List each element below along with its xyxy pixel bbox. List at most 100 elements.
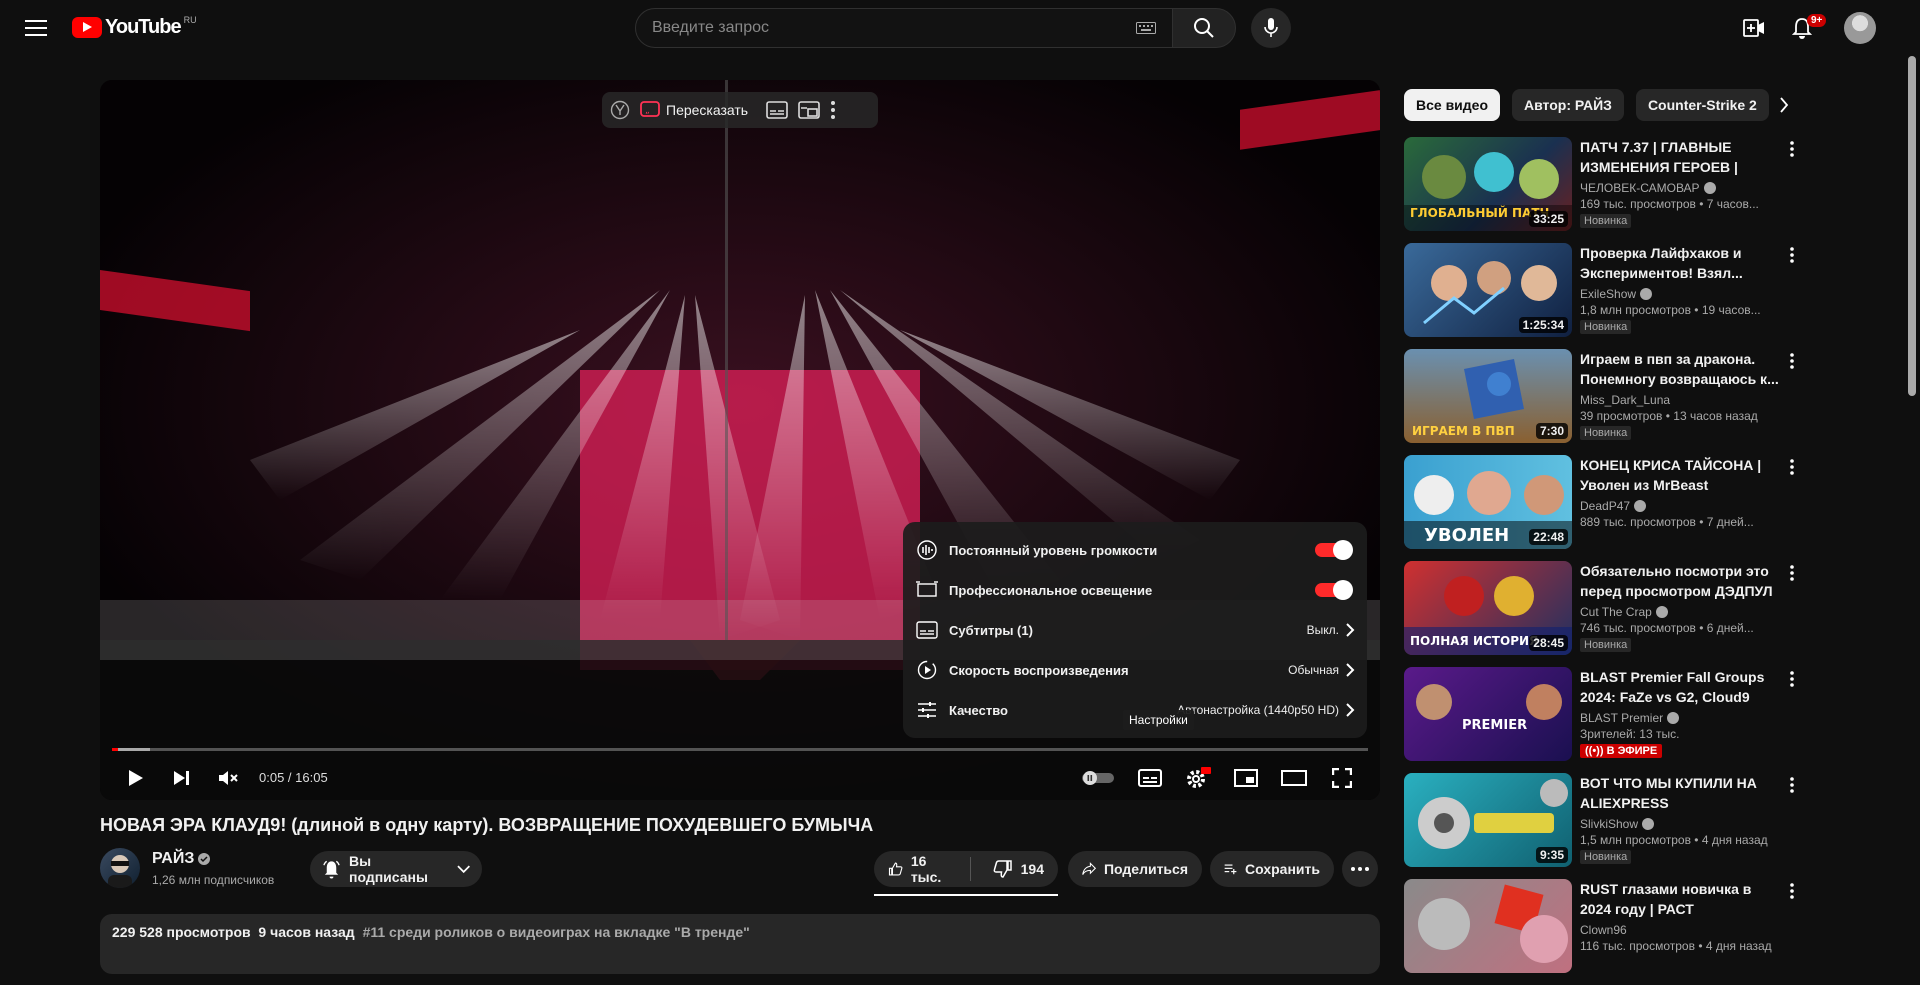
description-box[interactable]: 229 528 просмотров 9 часов назад #11 сре… — [100, 914, 1380, 974]
search-button[interactable] — [1172, 8, 1236, 48]
verified-icon — [1667, 712, 1680, 724]
recommendation-menu-button[interactable] — [1784, 349, 1800, 373]
recommendation-channel[interactable]: BLAST Premier — [1580, 711, 1780, 725]
mute-button[interactable] — [210, 760, 246, 796]
more-horizontal-icon — [1351, 867, 1369, 871]
recommendation-item[interactable]: RUST глазами новичка в 2024 году | РАСТ … — [1404, 879, 1800, 985]
more-actions-button[interactable] — [1342, 851, 1378, 887]
recommendation-channel[interactable]: Cut The Crap — [1580, 605, 1780, 619]
recommendation-title[interactable]: КОНЕЦ КРИСА ТАЙСОНА | Уволен из MrBeast — [1580, 455, 1780, 495]
recommendation-title[interactable]: ВОТ ЧТО МЫ КУПИЛИ НА ALIEXPRESS — [1580, 773, 1780, 813]
menu-button[interactable] — [20, 12, 52, 44]
recommendation-meta: 1,5 млн просмотров • 4 дня назад — [1580, 833, 1768, 847]
settings-row-subtitles[interactable]: Субтитры (1) Выкл. — [903, 610, 1367, 650]
recommendation-item[interactable]: ПОЛНАЯ ИСТОРИЯ 28:45 Обязательно посмотр… — [1404, 561, 1800, 667]
recommendation-item[interactable]: ИГРАЕМ В ПВП 7:30 Играем в пвп за дракон… — [1404, 349, 1800, 455]
video-thumbnail[interactable] — [1404, 879, 1572, 973]
channel-name[interactable]: РАЙЗ — [152, 850, 211, 868]
play-button[interactable] — [118, 760, 154, 796]
recommendation-channel[interactable]: ExileShow — [1580, 287, 1780, 301]
like-button[interactable]: 16 тыс. — [874, 851, 962, 887]
recommendation-channel[interactable]: Clown96 — [1580, 923, 1780, 937]
recommendation-menu-button[interactable] — [1784, 667, 1800, 691]
share-button[interactable]: Поделиться — [1068, 851, 1202, 887]
ambient-mode-toggle[interactable] — [1315, 580, 1353, 600]
recommendation-menu-button[interactable] — [1784, 879, 1800, 903]
channel-avatar[interactable] — [100, 848, 140, 888]
settings-row-ambient-mode[interactable]: Профессиональное освещение — [903, 570, 1367, 610]
recommendation-meta: 746 тыс. просмотров • 6 дней... — [1580, 621, 1754, 635]
chips-next-button[interactable] — [1768, 89, 1800, 121]
stable-volume-toggle[interactable] — [1315, 540, 1353, 560]
recommendation-menu-button[interactable] — [1784, 137, 1800, 161]
autoplay-toggle[interactable] — [1078, 760, 1118, 796]
retell-button[interactable]: „ Пересказать — [640, 100, 748, 120]
recommendation-title[interactable]: RUST глазами новичка в 2024 году | РАСТ — [1580, 879, 1780, 919]
recommendation-channel[interactable]: DeadP47 — [1580, 499, 1780, 513]
theater-mode-button[interactable] — [1276, 760, 1312, 796]
retell-icon: „ — [640, 101, 660, 117]
youtube-logo[interactable]: YouTube RU — [72, 15, 197, 38]
recommendation-item[interactable]: PREMIER BLAST Premier Fall Groups 2024: … — [1404, 667, 1800, 773]
quality-icon — [915, 698, 939, 722]
top-bar: YouTube RU Введите запрос 9+ — [0, 0, 1920, 56]
voice-search-button[interactable] — [1251, 8, 1291, 48]
recommendation-channel-text: ЧЕЛОВЕК-САМОВАР — [1580, 181, 1700, 195]
settings-button[interactable] — [1180, 760, 1216, 796]
next-button[interactable] — [164, 760, 200, 796]
more-vertical-icon[interactable] — [830, 100, 836, 120]
subscribe-button[interactable]: Вы подписаны — [310, 851, 482, 887]
create-button[interactable] — [1734, 12, 1774, 44]
gear-icon — [1187, 767, 1211, 788]
fullscreen-button[interactable] — [1324, 760, 1360, 796]
progress-bar[interactable] — [112, 748, 1368, 751]
new-badge: Новинка — [1580, 214, 1632, 228]
video-thumbnail[interactable]: ПОЛНАЯ ИСТОРИЯ 28:45 — [1404, 561, 1572, 655]
recommendation-channel[interactable]: Miss_Dark_Luna — [1580, 393, 1780, 407]
page-scrollbar[interactable] — [1908, 56, 1916, 396]
recommendation-item[interactable]: 1:25:34 Проверка Лайфхаков и Эксперимент… — [1404, 243, 1800, 349]
chip-author[interactable]: Автор: РАЙЗ — [1512, 89, 1624, 121]
recommendation-item[interactable]: ГЛОБАЛЬНЫЙ ПАТЧ 33:25 ПАТЧ 7.37 | ГЛАВНЫ… — [1404, 137, 1800, 243]
video-thumbnail[interactable]: 9:35 — [1404, 773, 1572, 867]
account-avatar[interactable] — [1844, 12, 1876, 44]
settings-row-stable-volume[interactable]: Постоянный уровень громкости — [903, 530, 1367, 570]
recommendation-title[interactable]: ПАТЧ 7.37 | ГЛАВНЫЕ ИЗМЕНЕНИЯ ГЕРОЕВ | Н… — [1580, 137, 1780, 177]
recommendation-menu-button[interactable] — [1784, 455, 1800, 479]
dislike-button[interactable]: 194 — [979, 851, 1058, 887]
recommendation-item[interactable]: 9:35 ВОТ ЧТО МЫ КУПИЛИ НА ALIEXPRESS Sli… — [1404, 773, 1800, 879]
settings-label: Профессиональное освещение — [949, 582, 1153, 598]
recommendation-menu-button[interactable] — [1784, 243, 1800, 267]
recommendation-item[interactable]: УВОЛЕН 22:48 КОНЕЦ КРИСА ТАЙСОНА | Уволе… — [1404, 455, 1800, 561]
hamburger-icon — [25, 20, 47, 36]
recommendation-title[interactable]: Проверка Лайфхаков и Экспериментов! Взял… — [1580, 243, 1780, 283]
search-input[interactable]: Введите запрос — [635, 8, 1173, 48]
recommendation-title[interactable]: BLAST Premier Fall Groups 2024: FaZe vs … — [1580, 667, 1780, 707]
chip-counter-strike[interactable]: Counter-Strike 2 — [1635, 89, 1769, 121]
filter-chips: Все видео Автор: РАЙЗ Counter-Strike 2 — [1404, 89, 1769, 121]
miniplayer-button[interactable] — [1228, 760, 1264, 796]
recommendation-title[interactable]: Играем в пвп за дракона. Понемногу возвр… — [1580, 349, 1780, 389]
recommendation-menu-button[interactable] — [1784, 773, 1800, 797]
video-thumbnail[interactable]: УВОЛЕН 22:48 — [1404, 455, 1572, 549]
keyboard-icon[interactable] — [1136, 22, 1156, 34]
subtitles-button[interactable] — [1132, 760, 1168, 796]
video-thumbnail[interactable]: 1:25:34 — [1404, 243, 1572, 337]
video-thumbnail[interactable]: ИГРАЕМ В ПВП 7:30 — [1404, 349, 1572, 443]
recommendation-channel[interactable]: SlivkiShow — [1580, 817, 1780, 831]
chip-all-videos[interactable]: Все видео — [1404, 89, 1501, 121]
save-button[interactable]: Сохранить — [1210, 851, 1334, 887]
trending-tag[interactable]: #11 среди роликов о видеоиграх на вкладк… — [363, 924, 750, 940]
subtitles-overlay-icon[interactable] — [766, 101, 788, 119]
recommendation-channel[interactable]: ЧЕЛОВЕК-САМОВАР — [1580, 181, 1780, 195]
recommendation-menu-button[interactable] — [1784, 561, 1800, 585]
playback-speed-icon — [915, 658, 939, 682]
picture-in-picture-overlay-icon[interactable] — [798, 101, 820, 119]
settings-row-playback-speed[interactable]: Скорость воспроизведения Обычная — [903, 650, 1367, 690]
yandex-browser-icon[interactable] — [610, 100, 630, 120]
video-player[interactable]: „ Пересказать Постоянный уровень громкос… — [100, 80, 1380, 800]
recommendation-title[interactable]: Обязательно посмотри это перед просмотро… — [1580, 561, 1780, 601]
chevron-down-icon — [457, 865, 470, 874]
video-thumbnail[interactable]: ГЛОБАЛЬНЫЙ ПАТЧ 33:25 — [1404, 137, 1572, 231]
video-thumbnail[interactable]: PREMIER — [1404, 667, 1572, 761]
